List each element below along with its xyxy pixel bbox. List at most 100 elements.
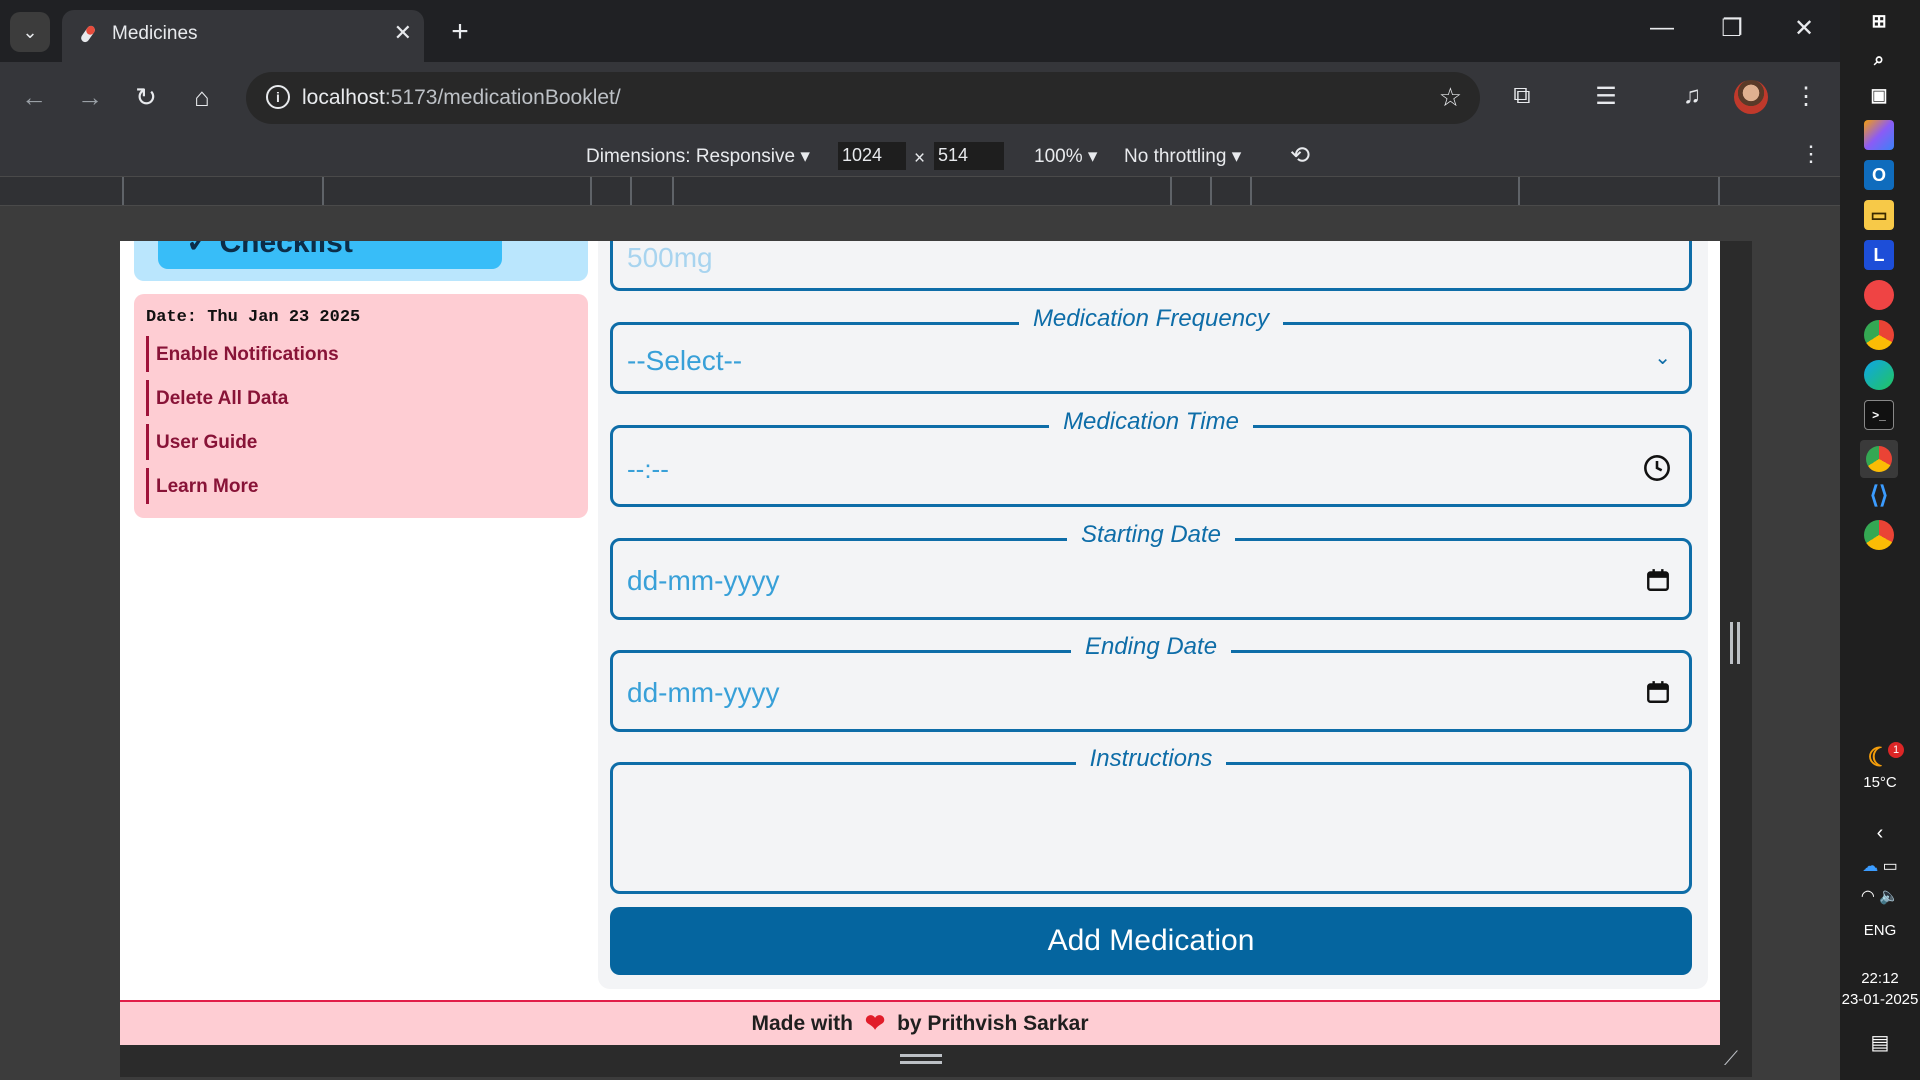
forward-arrow-icon[interactable]: →	[72, 82, 108, 113]
frequency-legend-text: Medication Frequency	[1018, 305, 1284, 332]
bookmark-star-icon[interactable]: ☆	[1439, 82, 1462, 113]
width-input[interactable]: 1024	[838, 142, 906, 170]
network-volume-icons[interactable]: ◠ 🔈	[1840, 886, 1920, 906]
edge-icon[interactable]	[1864, 360, 1894, 390]
throttling-dropdown[interactable]: No throttling ▾	[1124, 145, 1241, 168]
reload-icon[interactable]: ↻	[128, 82, 164, 113]
chrome-active-icon[interactable]	[1860, 440, 1898, 478]
l-app-icon[interactable]: L	[1864, 240, 1894, 270]
reading-list-icon[interactable]: ☰	[1588, 82, 1624, 111]
pill-favicon-icon	[81, 25, 95, 43]
medication-form: 500mg Medication Frequency --Select-- ⌄ …	[598, 241, 1708, 989]
address-bar[interactable]: i localhost:5173/medicationBooklet/ ☆	[246, 72, 1480, 124]
user-guide-link[interactable]: User Guide	[146, 424, 446, 460]
weather-badge: 1	[1888, 742, 1904, 758]
active-tab[interactable]: Medicines ✕	[62, 10, 424, 62]
height-input[interactable]: 514	[934, 142, 1004, 170]
checklist-panel: ✓ Checklist	[134, 241, 588, 281]
instructions-textarea[interactable]: Instructions	[610, 745, 1692, 894]
outlook-icon[interactable]: O	[1864, 160, 1894, 190]
search-icon[interactable]: ⌕	[1864, 44, 1894, 74]
resize-corner-icon[interactable]: ⟋	[1724, 1048, 1748, 1072]
heart-icon: ❤	[864, 1010, 886, 1037]
rotate-icon[interactable]: ⟲	[1290, 141, 1310, 170]
times-separator: ×	[914, 148, 926, 169]
clock-time[interactable]: 22:12	[1840, 970, 1920, 987]
more-menu-icon[interactable]: ⋮	[1788, 82, 1824, 111]
new-tab-button[interactable]: +	[440, 12, 480, 52]
zoom-label: 100%	[1034, 146, 1083, 167]
restore-icon[interactable]: ❐	[1712, 14, 1752, 43]
chevron-left-icon[interactable]: ‹	[1840, 822, 1920, 845]
chrome-icon[interactable]	[1864, 320, 1894, 350]
notification-icon[interactable]: ▤	[1840, 1030, 1920, 1055]
enable-notifications-link[interactable]: Enable Notifications	[146, 336, 446, 372]
calendar-icon[interactable]	[1645, 567, 1671, 593]
file-explorer-icon[interactable]: ▭	[1864, 200, 1894, 230]
dosage-placeholder: 500mg	[627, 242, 713, 273]
resize-handle-vertical[interactable]	[1730, 622, 1740, 664]
windows-start-icon[interactable]: ⊞	[1864, 6, 1894, 36]
footer-suffix: by Prithvish Sarkar	[897, 1011, 1089, 1035]
current-date: Date: Thu Jan 23 2025	[146, 308, 361, 327]
starting-date-input[interactable]: Starting Date dd-mm-yyyy	[610, 521, 1692, 620]
profile-avatar[interactable]	[1734, 80, 1768, 114]
copilot-icon[interactable]	[1864, 120, 1894, 150]
frequency-legend: Medication Frequency	[613, 305, 1689, 333]
back-arrow-icon[interactable]: ←	[16, 82, 52, 113]
windows-taskbar: ⊞ ⌕ ▣ O ▭ L >_ ⟨⟩ ☾ 1 15°C ‹ ☁ ▭ ◠ 🔈 ENG…	[1840, 0, 1920, 1080]
throttling-label: No throttling	[1124, 146, 1227, 167]
home-icon[interactable]: ⌂	[184, 82, 220, 113]
clock-date[interactable]: 23-01-2025	[1840, 991, 1920, 1008]
caret-down-icon: ▾	[1231, 146, 1242, 167]
app-icon[interactable]	[1864, 280, 1894, 310]
frequency-select[interactable]: Medication Frequency --Select-- ⌄	[610, 305, 1692, 394]
ending-date-value: dd-mm-yyyy	[627, 677, 780, 708]
url-text[interactable]: localhost:5173/medicationBooklet/	[302, 86, 621, 110]
media-controls-icon[interactable]: ♫	[1674, 82, 1710, 110]
tab-close-icon[interactable]: ✕	[394, 20, 412, 46]
task-view-icon[interactable]: ▣	[1864, 80, 1894, 110]
language-indicator[interactable]: ENG	[1840, 922, 1920, 939]
delete-all-data-link[interactable]: Delete All Data	[146, 380, 446, 416]
tray-icons[interactable]: ☁ ▭	[1840, 856, 1920, 876]
url-path: :5173/medicationBooklet/	[384, 86, 621, 109]
tab-search-button[interactable]: ⌄	[10, 12, 50, 52]
ending-date-input[interactable]: Ending Date dd-mm-yyyy	[610, 633, 1692, 732]
ruler-tick	[630, 177, 632, 205]
checklist-button[interactable]: ✓ Checklist	[158, 241, 502, 269]
ruler-tick	[1250, 177, 1252, 205]
device-options-icon[interactable]: ⋮	[1800, 141, 1822, 167]
dimensions-dropdown[interactable]: Dimensions: Responsive ▾	[586, 145, 810, 168]
vscode-icon[interactable]: ⟨⟩	[1864, 480, 1894, 510]
tab-title: Medicines	[112, 23, 198, 44]
resize-handle-horizontal[interactable]	[900, 1054, 942, 1064]
weather-temp[interactable]: 15°C	[1840, 774, 1920, 791]
extensions-icon[interactable]: ⧉	[1504, 82, 1540, 110]
time-legend: Medication Time	[613, 408, 1689, 436]
calendar-icon[interactable]	[1645, 679, 1671, 705]
media-query-bar[interactable]	[0, 176, 1840, 206]
ruler-tick	[1170, 177, 1172, 205]
instructions-legend: Instructions	[613, 745, 1689, 773]
terminal-icon[interactable]: >_	[1864, 400, 1894, 430]
frequency-value: --Select--	[627, 345, 743, 376]
chrome-icon-2[interactable]	[1864, 520, 1894, 550]
url-host: localhost	[302, 86, 385, 109]
dosage-field[interactable]: 500mg	[610, 241, 1692, 291]
clock-icon[interactable]	[1643, 454, 1671, 482]
learn-more-link[interactable]: Learn More	[146, 468, 446, 504]
cloud-icon: ☁	[1862, 858, 1879, 875]
window-close-icon[interactable]: ✕	[1784, 14, 1824, 43]
ruler-tick	[672, 177, 674, 205]
minimize-icon[interactable]: —	[1642, 14, 1682, 42]
ruler-tick	[322, 177, 324, 205]
screen: ⌄ Medicines ✕ + — ❐ ✕ ← → ↻ ⌂ i localhos…	[0, 0, 1920, 1080]
site-info-icon[interactable]: i	[266, 85, 290, 109]
wifi-icon: ◠	[1860, 888, 1875, 905]
zoom-dropdown[interactable]: 100% ▾	[1034, 145, 1097, 168]
add-medication-button[interactable]: Add Medication	[610, 907, 1692, 975]
starting-date-value: dd-mm-yyyy	[627, 565, 780, 596]
battery-icon: ▭	[1882, 858, 1898, 875]
time-input[interactable]: Medication Time --:--	[610, 408, 1692, 507]
